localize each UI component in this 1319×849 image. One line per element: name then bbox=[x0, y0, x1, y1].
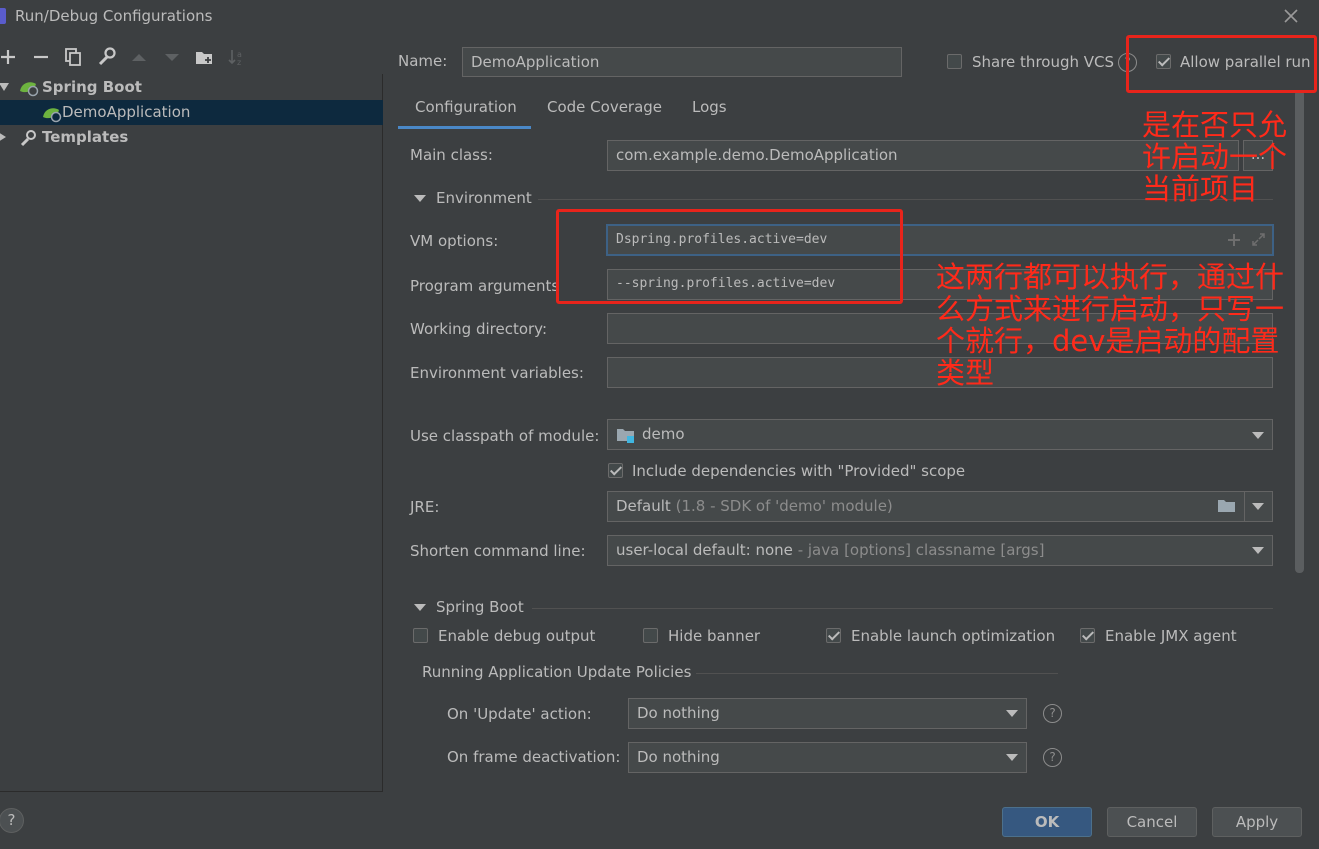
tree-item-demo-application[interactable]: DemoApplication bbox=[0, 100, 383, 125]
expand-arrow-icon[interactable] bbox=[0, 83, 9, 93]
tree-label-spring-boot: Spring Boot bbox=[42, 78, 142, 96]
close-icon[interactable] bbox=[1280, 5, 1302, 27]
classpath-label: Use classpath of module: bbox=[410, 427, 600, 445]
spring-boot-collapse-icon[interactable] bbox=[414, 604, 426, 614]
shorten-value: user-local default: none bbox=[616, 541, 793, 559]
include-deps-checkbox[interactable] bbox=[608, 463, 623, 478]
name-field[interactable]: DemoApplication bbox=[462, 47, 902, 77]
jre-dropdown-icon[interactable] bbox=[1252, 503, 1264, 510]
debug-output-checkbox[interactable] bbox=[413, 628, 428, 643]
spring-boot-app-icon bbox=[43, 108, 62, 123]
share-vcs-checkbox[interactable] bbox=[947, 54, 962, 69]
wrench-icon[interactable] bbox=[95, 46, 117, 68]
launch-optimization-checkbox[interactable] bbox=[826, 628, 841, 643]
hide-banner-checkbox[interactable] bbox=[643, 628, 658, 643]
spring-boot-icon bbox=[20, 82, 39, 97]
frame-deactivation-combo[interactable]: Do nothing bbox=[628, 742, 1027, 773]
remove-icon[interactable] bbox=[30, 46, 52, 68]
environment-section-title: Environment bbox=[436, 189, 532, 207]
environment-variables-label: Environment variables: bbox=[410, 364, 584, 382]
annotation-box-parallel bbox=[1126, 35, 1317, 93]
frame-deactivation-help-icon[interactable]: ? bbox=[1043, 748, 1062, 767]
apply-button[interactable]: Apply bbox=[1212, 807, 1302, 837]
module-folder-icon bbox=[617, 429, 634, 443]
frame-deactivation-label: On frame deactivation: bbox=[447, 748, 621, 766]
jre-label: JRE: bbox=[410, 498, 440, 516]
classpath-value: demo bbox=[642, 425, 685, 443]
vm-options-label: VM options: bbox=[410, 232, 499, 250]
folder-icon[interactable] bbox=[1217, 498, 1237, 514]
environment-collapse-icon[interactable] bbox=[414, 195, 426, 205]
move-up-icon[interactable] bbox=[128, 46, 150, 68]
jre-combo[interactable]: Default (1.8 - SDK of 'demo' module) bbox=[607, 491, 1245, 522]
jre-hint: (1.8 - SDK of 'demo' module) bbox=[675, 497, 893, 515]
name-label: Name: bbox=[398, 52, 448, 70]
launch-optimization-label: Enable launch optimization bbox=[851, 627, 1056, 645]
debug-output-label: Enable debug output bbox=[438, 627, 596, 645]
wrench-icon bbox=[20, 130, 36, 147]
expand-field-icon[interactable] bbox=[1251, 232, 1266, 247]
shorten-hint: - java [options] classname [args] bbox=[797, 541, 1045, 559]
move-down-icon[interactable] bbox=[161, 46, 183, 68]
tree-item-templates[interactable]: Templates bbox=[0, 125, 383, 150]
classpath-dropdown-icon[interactable] bbox=[1252, 432, 1264, 439]
spring-boot-section-title: Spring Boot bbox=[436, 598, 524, 616]
hide-banner-label: Hide banner bbox=[668, 627, 761, 645]
shorten-combo[interactable]: user-local default: none - java [options… bbox=[607, 535, 1273, 566]
configuration-tree: Spring Boot DemoApplication Templates bbox=[0, 74, 383, 792]
ok-button[interactable]: OK bbox=[1002, 807, 1092, 837]
new-folder-icon[interactable] bbox=[193, 46, 215, 68]
add-icon[interactable] bbox=[0, 46, 19, 68]
policies-title: Running Application Update Policies bbox=[422, 663, 692, 681]
shorten-dropdown-icon[interactable] bbox=[1252, 547, 1264, 554]
tree-label-templates: Templates bbox=[42, 128, 129, 146]
app-icon bbox=[0, 8, 6, 24]
active-tab-indicator bbox=[398, 126, 531, 129]
jmx-agent-checkbox[interactable] bbox=[1080, 628, 1095, 643]
program-arguments-label: Program arguments bbox=[410, 277, 560, 295]
update-action-help-icon[interactable]: ? bbox=[1043, 704, 1062, 723]
policies-separator bbox=[696, 673, 1058, 674]
classpath-combo[interactable]: demo bbox=[607, 419, 1273, 450]
sort-icon[interactable]: az bbox=[226, 46, 248, 68]
svg-text:z: z bbox=[237, 58, 241, 67]
update-action-label: On 'Update' action: bbox=[447, 705, 592, 723]
window-title: Run/Debug Configurations bbox=[15, 7, 213, 25]
include-deps-label: Include dependencies with "Provided" sco… bbox=[632, 462, 966, 480]
tab-configuration[interactable]: Configuration bbox=[415, 98, 517, 116]
copy-icon[interactable] bbox=[62, 46, 84, 68]
collapse-arrow-icon[interactable] bbox=[0, 132, 6, 142]
working-directory-label: Working directory: bbox=[410, 320, 548, 338]
add-vm-option-icon[interactable] bbox=[1227, 233, 1241, 247]
share-vcs-label: Share through VCS bbox=[972, 53, 1115, 71]
cancel-button[interactable]: Cancel bbox=[1107, 807, 1197, 837]
shorten-label: Shorten command line: bbox=[410, 542, 586, 560]
update-action-dropdown-icon[interactable] bbox=[1006, 710, 1018, 717]
main-class-label: Main class: bbox=[410, 146, 493, 164]
frame-deactivation-dropdown-icon[interactable] bbox=[1006, 754, 1018, 761]
help-button[interactable]: ? bbox=[0, 808, 24, 833]
annotation-options-note: 这两行都可以执行，通过什么方式来进行启动，只写一个就行，dev是启动的配置类型 bbox=[936, 260, 1285, 390]
tree-item-spring-boot[interactable]: Spring Boot bbox=[0, 75, 383, 100]
annotation-parallel-note: 是在否只允许启动一个当前项目 bbox=[1142, 108, 1288, 206]
update-action-combo[interactable]: Do nothing bbox=[628, 698, 1027, 729]
spring-boot-separator bbox=[532, 608, 1273, 609]
tree-label-demo-application: DemoApplication bbox=[62, 103, 191, 121]
title-bar: Run/Debug Configurations bbox=[0, 0, 1319, 34]
annotation-box-options bbox=[556, 209, 903, 304]
tab-logs[interactable]: Logs bbox=[692, 98, 727, 116]
jmx-agent-label: Enable JMX agent bbox=[1105, 627, 1237, 645]
tab-code-coverage[interactable]: Code Coverage bbox=[547, 98, 662, 116]
jre-value: Default bbox=[616, 497, 671, 515]
